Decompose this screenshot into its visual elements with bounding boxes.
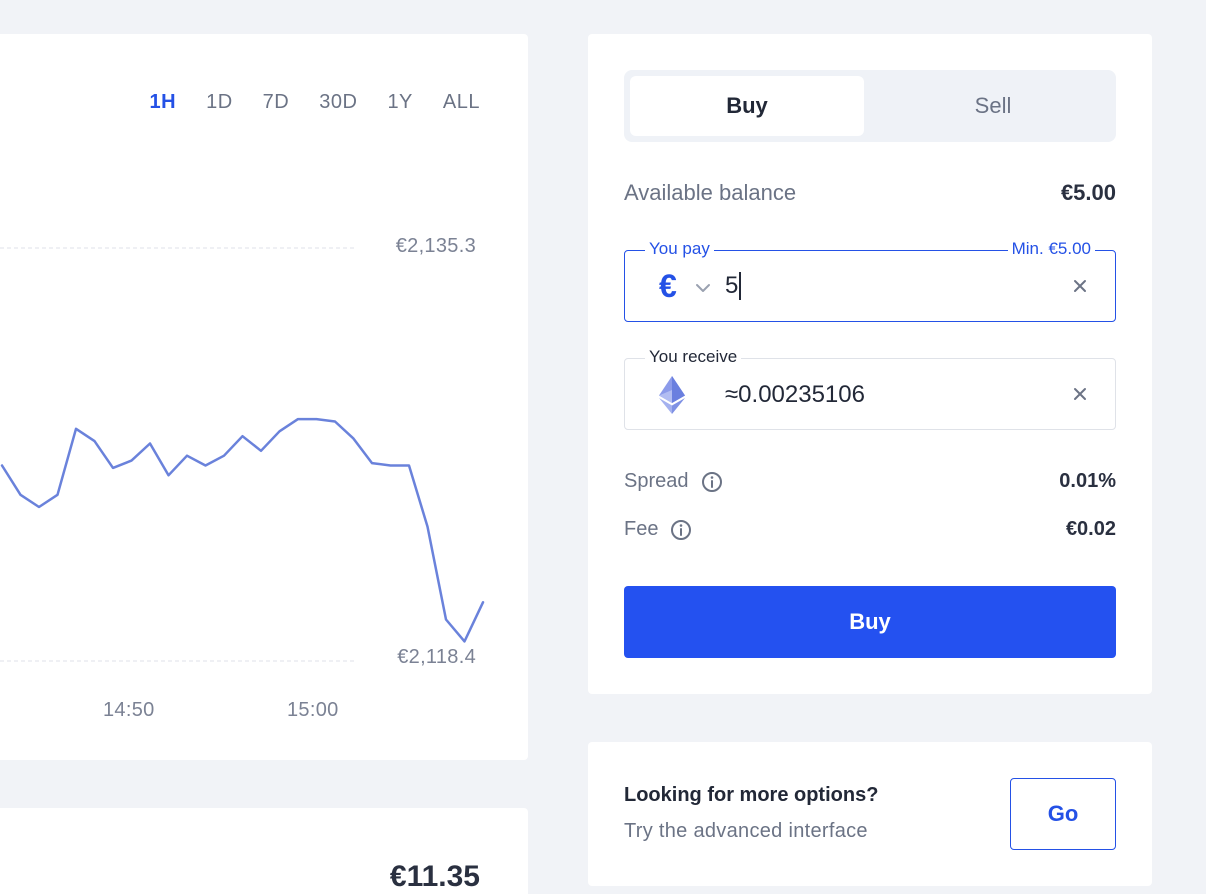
pay-amount-input[interactable]: 5: [725, 268, 742, 304]
go-button[interactable]: Go: [1010, 778, 1116, 850]
fee-value: €0.02: [1065, 518, 1116, 540]
fee-label: Fee: [624, 518, 659, 540]
clear-pay-icon[interactable]: [1071, 277, 1089, 295]
ethereum-icon: [659, 376, 685, 414]
chevron-down-icon[interactable]: [693, 278, 713, 298]
pay-minimum-label: Min. €5.00: [1007, 239, 1095, 259]
receive-amount-field[interactable]: You receive ≈0.00235106: [624, 347, 1116, 430]
clear-receive-icon[interactable]: [1071, 385, 1089, 403]
buy-sell-toggle: Buy Sell: [624, 70, 1116, 142]
available-balance-row: Available balance €5.00: [624, 180, 1116, 206]
spread-label-group: Spread: [624, 470, 723, 493]
options-title: Looking for more options?: [624, 784, 879, 806]
holdings-card: €11.35: [0, 808, 528, 894]
range-tab-7d[interactable]: 7D: [263, 90, 290, 114]
options-subtitle: Try the advanced interface: [624, 820, 868, 842]
spread-row: Spread 0.01%: [624, 470, 1116, 493]
tab-buy[interactable]: Buy: [630, 76, 864, 136]
holdings-value: €11.35: [389, 860, 480, 893]
receive-field-label: You receive: [645, 347, 742, 367]
pay-amount-value: 5: [725, 272, 739, 299]
available-balance-value: €5.00: [1060, 180, 1116, 205]
price-series-line: [0, 417, 485, 643]
spread-value: 0.01%: [1059, 470, 1116, 492]
advanced-options-card: Looking for more options? Try the advanc…: [588, 742, 1152, 886]
price-chart-card: 1H 1D 7D 30D 1Y ALL €2,135.3 €2,118.4 14…: [0, 34, 528, 760]
range-tab-1d[interactable]: 1D: [206, 90, 233, 114]
currency-selector[interactable]: €: [659, 267, 677, 305]
range-tab-1h[interactable]: 1H: [150, 90, 177, 114]
time-label-1450: 14:50: [103, 699, 155, 721]
range-tab-30d[interactable]: 30D: [319, 90, 357, 114]
pay-field-label: You pay: [645, 239, 714, 259]
receive-amount-value: ≈0.00235106: [725, 381, 865, 408]
pay-amount-field[interactable]: You pay Min. €5.00 € 5: [624, 239, 1116, 322]
fee-row: Fee €0.02: [624, 518, 1116, 541]
time-range-tabs: 1H 1D 7D 30D 1Y ALL: [120, 90, 481, 114]
price-high-label: €2,135.3: [395, 235, 476, 257]
tab-sell[interactable]: Sell: [876, 76, 1110, 136]
text-caret: [739, 272, 742, 300]
info-icon[interactable]: [701, 471, 723, 493]
range-tab-all[interactable]: ALL: [443, 90, 480, 114]
fee-label-group: Fee: [624, 518, 692, 541]
trade-card: Buy Sell Available balance €5.00 You pay…: [588, 34, 1152, 694]
range-tab-1y[interactable]: 1Y: [387, 90, 412, 114]
price-low-label: €2,118.4: [397, 646, 476, 668]
available-balance-label: Available balance: [624, 180, 797, 205]
spread-label: Spread: [624, 470, 689, 492]
info-icon[interactable]: [670, 519, 692, 541]
buy-button[interactable]: Buy: [624, 586, 1116, 658]
time-label-1500: 15:00: [287, 699, 339, 721]
